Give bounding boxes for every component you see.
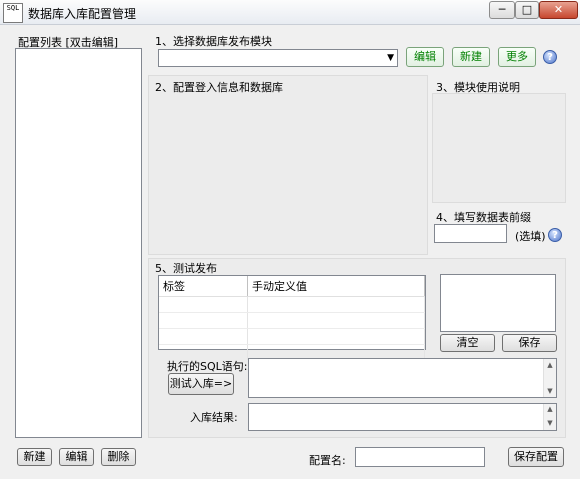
new-config-button[interactable]: 新建 xyxy=(17,448,52,466)
test-preview-box xyxy=(440,274,556,332)
section2-panel xyxy=(148,75,428,255)
section1-title: 1、选择数据库发布模块 xyxy=(155,35,272,48)
config-name-label: 配置名: xyxy=(309,454,346,467)
label-value-table[interactable]: 标签 手动定义值 xyxy=(158,275,426,361)
new-module-button[interactable]: 新建 xyxy=(452,47,490,67)
close-button[interactable]: ✕ xyxy=(539,1,578,19)
sql-statement-textarea[interactable]: ▲ ▼ xyxy=(248,358,557,398)
column-header-value[interactable]: 手动定义值 xyxy=(247,276,425,297)
help-icon[interactable]: ? xyxy=(548,228,562,242)
chevron-down-icon: ▼ xyxy=(387,53,394,63)
help-icon[interactable]: ? xyxy=(543,50,557,64)
column-header-label[interactable]: 标签 xyxy=(159,276,248,297)
table-row[interactable] xyxy=(159,328,425,345)
table-prefix-input[interactable] xyxy=(434,224,507,243)
save-test-button[interactable]: 保存 xyxy=(502,334,557,352)
optional-label: (选填) xyxy=(515,230,546,243)
result-scrollbar[interactable]: ▲ ▼ xyxy=(543,404,556,430)
scroll-up-icon[interactable]: ▲ xyxy=(544,405,556,413)
section5-title: 5、测试发布 xyxy=(155,262,217,275)
more-button[interactable]: 更多 xyxy=(498,47,536,67)
module-instructions-box xyxy=(432,93,566,203)
scroll-up-icon[interactable]: ▲ xyxy=(544,361,556,369)
sql-statement-label: 执行的SQL语句: xyxy=(167,360,248,373)
sql-scrollbar[interactable]: ▲ ▼ xyxy=(543,359,556,397)
edit-config-button[interactable]: 编辑 xyxy=(59,448,94,466)
section2-title: 2、配置登入信息和数据库 xyxy=(155,81,283,94)
insert-result-textarea[interactable]: ▲ ▼ xyxy=(248,403,557,431)
table-row[interactable] xyxy=(159,296,425,313)
config-list[interactable] xyxy=(15,48,142,438)
table-row[interactable] xyxy=(159,312,425,329)
app-icon: SQL xyxy=(3,3,23,23)
scroll-down-icon[interactable]: ▼ xyxy=(544,387,556,395)
delete-config-button[interactable]: 删除 xyxy=(101,448,136,466)
module-select[interactable]: ▼ xyxy=(158,49,398,67)
scroll-down-icon[interactable]: ▼ xyxy=(544,419,556,427)
section4-title: 4、填写数据表前缀 xyxy=(436,211,531,224)
config-name-input[interactable] xyxy=(355,447,485,467)
window-title: 数据库入库配置管理 xyxy=(28,7,137,21)
test-insert-button[interactable]: 测试入库=> xyxy=(168,373,234,395)
clear-button[interactable]: 清空 xyxy=(440,334,495,352)
minimize-button[interactable]: ─ xyxy=(489,1,515,19)
maximize-button[interactable]: □ xyxy=(515,1,539,19)
insert-result-label: 入库结果: xyxy=(190,411,238,424)
save-config-button[interactable]: 保存配置 xyxy=(508,447,564,467)
edit-module-button[interactable]: 编辑 xyxy=(406,47,444,67)
